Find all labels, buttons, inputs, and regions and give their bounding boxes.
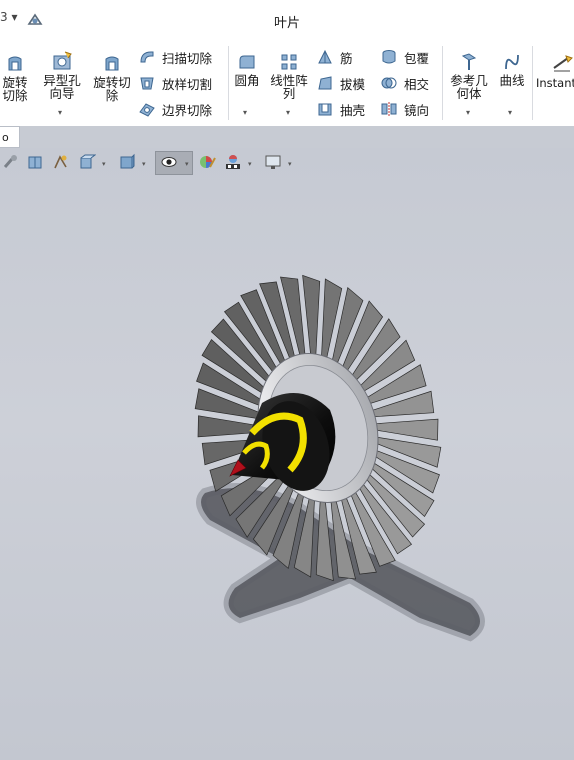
- boundary-cut-icon: [139, 103, 155, 117]
- fillet-dropdown-icon[interactable]: ▾: [243, 108, 247, 117]
- wrap-label: 包覆: [404, 50, 430, 66]
- loft-cut-icon: [140, 77, 154, 90]
- shell-button[interactable]: 抽壳: [316, 99, 365, 119]
- intersect-button[interactable]: 相交: [380, 73, 429, 93]
- features-ribbon: 旋转切除 异型孔向导 ▾ 旋转切除 扫描切除 放样切割 边界切除 圆角 ▾ 线性…: [0, 40, 574, 127]
- curves-button[interactable]: 曲线: [496, 52, 528, 87]
- revolve-cut-icon: [8, 56, 22, 71]
- rib-label: 筋: [340, 50, 353, 66]
- feature-manager-tab[interactable]: o: [0, 126, 20, 148]
- linear-pattern-dropdown-icon[interactable]: ▾: [286, 108, 290, 117]
- reference-geometry-dropdown-icon[interactable]: ▾: [466, 108, 470, 117]
- revolve-cut-button[interactable]: 旋转切除: [0, 54, 34, 102]
- instant3d-icon: [553, 55, 573, 72]
- intersect-icon: [381, 77, 397, 89]
- canvas-top-strip: [0, 126, 574, 148]
- sweep-cut-label: 扫描切除: [162, 50, 213, 66]
- linear-pattern-label: 线性阵列: [270, 73, 308, 101]
- hole-wizard-button[interactable]: 异型孔向导: [40, 50, 84, 100]
- revolve-cut-button-2[interactable]: 旋转切除: [90, 54, 134, 102]
- draft-button[interactable]: 拔模: [316, 73, 365, 93]
- ribbon-separator: [228, 46, 229, 120]
- blade: [376, 418, 439, 441]
- curves-dropdown-icon[interactable]: ▾: [508, 108, 512, 117]
- ribbon-separator-3: [532, 46, 533, 120]
- wrap-icon: [382, 50, 396, 64]
- window-title: 叶片: [273, 16, 300, 31]
- mirror-label: 镜向: [404, 102, 430, 118]
- wrap-button[interactable]: 包覆: [380, 47, 429, 67]
- hole-wizard-icon: [53, 51, 72, 70]
- sweep-cut-button[interactable]: 扫描切除: [138, 47, 212, 67]
- turbine-blade-model[interactable]: [0, 148, 574, 760]
- curves-icon: [505, 54, 519, 70]
- revolve-cut-label: 旋转切除: [2, 75, 28, 103]
- shell-icon: [318, 103, 332, 116]
- linear-pattern-icon: [281, 54, 297, 70]
- mirror-button[interactable]: 镜向: [380, 99, 429, 119]
- sweep-cut-icon: [140, 51, 154, 63]
- fillet-button[interactable]: 圆角: [232, 52, 262, 87]
- blade: [302, 274, 321, 355]
- reference-geometry-label: 参考几何体: [450, 73, 488, 101]
- mirror-icon: [381, 102, 397, 116]
- draft-icon: [318, 76, 332, 90]
- hole-wizard-label: 异型孔向导: [43, 73, 81, 101]
- intersect-label: 相交: [404, 76, 430, 92]
- hole-wizard-dropdown-icon[interactable]: ▾: [58, 108, 62, 117]
- instant3d-button[interactable]: Instant3D: [536, 54, 574, 90]
- draft-label: 拔模: [340, 76, 366, 92]
- linear-pattern-button[interactable]: 线性阵列: [268, 52, 310, 100]
- curves-label: 曲线: [499, 73, 525, 88]
- reference-geometry-icon: [461, 53, 477, 70]
- boundary-cut-button[interactable]: 边界切除: [138, 99, 212, 119]
- revolve-cut-label-2: 旋转切除: [93, 75, 131, 103]
- loft-cut-label: 放样切割: [162, 76, 213, 92]
- instant3d-label: Instant3D: [536, 76, 574, 90]
- ribbon-separator-2: [442, 46, 443, 120]
- fillet-label: 圆角: [234, 73, 260, 88]
- shell-label: 抽壳: [340, 102, 366, 118]
- loft-cut-button[interactable]: 放样切割: [138, 73, 212, 93]
- fillet-icon: [239, 55, 255, 69]
- rib-icon: [318, 49, 332, 64]
- title-bar: 3 ▾ 叶片: [0, 0, 574, 41]
- boundary-cut-label: 边界切除: [162, 102, 213, 118]
- rib-button[interactable]: 筋: [316, 47, 353, 67]
- revolve-cut-icon-2: [105, 56, 119, 71]
- reference-geometry-button[interactable]: 参考几何体: [446, 52, 492, 100]
